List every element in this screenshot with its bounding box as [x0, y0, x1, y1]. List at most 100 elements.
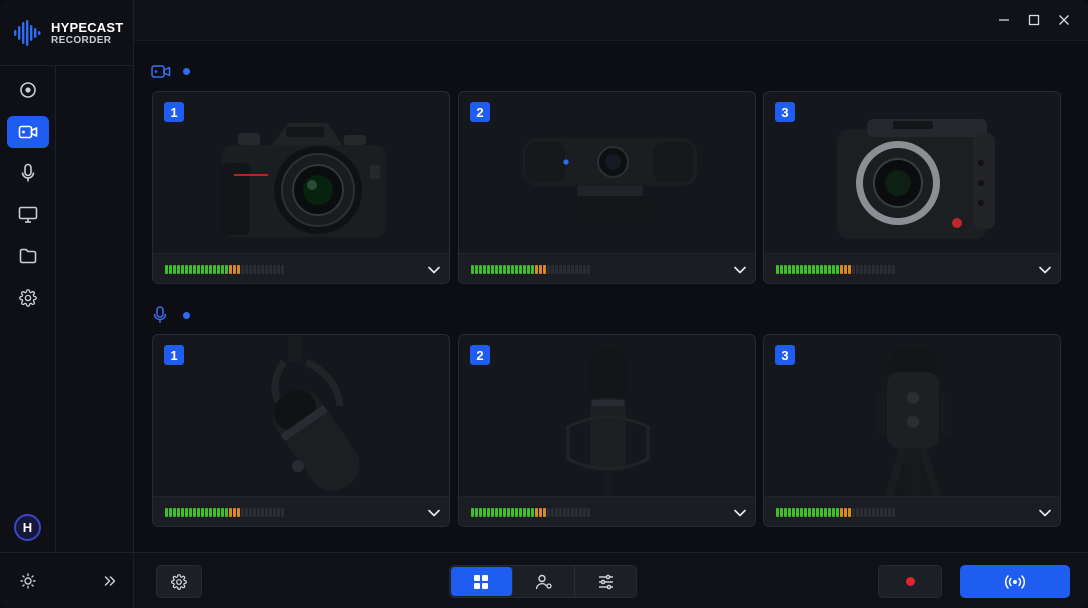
- close-button[interactable]: [1056, 12, 1072, 28]
- people-view-tab[interactable]: [514, 566, 576, 597]
- microphone-icon: [21, 163, 35, 182]
- meter-segment: [519, 265, 522, 274]
- meter-segment: [515, 508, 518, 517]
- meter-segment: [547, 265, 550, 274]
- microphone-number-badge: 3: [775, 345, 795, 365]
- meter-segment: [523, 265, 526, 274]
- meter-segment: [788, 265, 791, 274]
- camera-card-3[interactable]: 3: [763, 91, 1061, 284]
- microphone-card-2[interactable]: 2: [458, 334, 756, 527]
- brand: HYPECAST RECORDER: [0, 0, 134, 66]
- minimize-button[interactable]: [996, 12, 1012, 28]
- microphone-number-badge: 2: [470, 345, 490, 365]
- nav-files[interactable]: [7, 240, 49, 272]
- meter-segment: [527, 265, 530, 274]
- meter-segment: [543, 508, 546, 517]
- meter-segment: [241, 508, 244, 517]
- chevron-down-icon[interactable]: [427, 507, 441, 519]
- meter-segment: [888, 508, 891, 517]
- meter-segment: [872, 265, 875, 274]
- mirrorless-camera-image: [222, 123, 386, 237]
- meter-segment: [892, 265, 895, 274]
- cinema-camera-image: [837, 118, 995, 239]
- meter-segment: [555, 265, 558, 274]
- meter-segment: [483, 508, 486, 517]
- webcam-image: [523, 137, 697, 226]
- meter-segment: [579, 508, 582, 517]
- meter-segment: [884, 508, 887, 517]
- meter-segment: [519, 508, 522, 517]
- dynamic-microphone-image: [271, 335, 360, 491]
- meter-segment: [503, 265, 506, 274]
- meter-segment: [804, 508, 807, 517]
- nav-cameras[interactable]: [7, 116, 49, 148]
- meter-segment: [209, 265, 212, 274]
- maximize-button[interactable]: [1026, 12, 1042, 28]
- meter-segment: [820, 265, 823, 274]
- microphone-number-badge: 1: [164, 345, 184, 365]
- meter-segment: [543, 265, 546, 274]
- meter-segment: [880, 508, 883, 517]
- meter-segment: [281, 508, 284, 517]
- bottom-toolbar: [134, 552, 1088, 608]
- double-chevron-right-icon: [104, 576, 116, 586]
- meter-segment: [563, 508, 566, 517]
- microphone-card-3[interactable]: 3: [763, 334, 1061, 527]
- meter-segment: [249, 508, 252, 517]
- expand-sidebar-button[interactable]: [100, 571, 120, 591]
- card-footer: [153, 496, 449, 526]
- nav-settings[interactable]: [7, 282, 49, 314]
- meter-segment: [836, 265, 839, 274]
- meter-segment: [265, 265, 268, 274]
- meter-segment: [555, 508, 558, 517]
- nav-microphones[interactable]: [7, 157, 49, 189]
- meter-segment: [177, 265, 180, 274]
- mixer-view-tab[interactable]: [575, 566, 636, 597]
- record-button[interactable]: [878, 565, 942, 598]
- meter-segment: [840, 508, 843, 517]
- chevron-down-icon[interactable]: [733, 264, 747, 276]
- meter-segment: [233, 508, 236, 517]
- meter-segment: [559, 508, 562, 517]
- grid-view-tab[interactable]: [451, 567, 513, 596]
- meter-segment: [780, 508, 783, 517]
- meter-segment: [547, 508, 550, 517]
- chevron-down-icon[interactable]: [427, 264, 441, 276]
- camera-card-2[interactable]: 2: [458, 91, 756, 284]
- microphone-image: [153, 335, 449, 496]
- nav-screen[interactable]: [7, 199, 49, 231]
- meter-segment: [587, 265, 590, 274]
- theme-toggle-button[interactable]: [18, 571, 38, 591]
- meter-segment: [539, 265, 542, 274]
- user-avatar[interactable]: H: [14, 514, 41, 541]
- chevron-down-icon[interactable]: [733, 507, 747, 519]
- gear-icon: [19, 289, 37, 307]
- meter-segment: [487, 508, 490, 517]
- go-live-button[interactable]: [960, 565, 1070, 598]
- chevron-down-icon[interactable]: [1038, 264, 1052, 276]
- meter-segment: [551, 265, 554, 274]
- settings-button[interactable]: [156, 565, 202, 598]
- meter-segment: [828, 508, 831, 517]
- meter-segment: [840, 265, 843, 274]
- meter-segment: [844, 265, 847, 274]
- audio-level-meter: [165, 265, 284, 274]
- meter-segment: [507, 265, 510, 274]
- usb-microphone-image: [875, 347, 951, 496]
- meter-segment: [499, 265, 502, 274]
- meter-segment: [856, 508, 859, 517]
- nav-record[interactable]: [7, 74, 49, 106]
- card-footer: [764, 253, 1060, 283]
- meter-segment: [173, 508, 176, 517]
- meter-segment: [269, 265, 272, 274]
- camera-card-1[interactable]: 1: [152, 91, 450, 284]
- chevron-down-icon[interactable]: [1038, 507, 1052, 519]
- condenser-microphone-image: [565, 347, 651, 496]
- meter-segment: [225, 265, 228, 274]
- meter-segment: [491, 508, 494, 517]
- meter-segment: [776, 508, 779, 517]
- meter-segment: [864, 265, 867, 274]
- sidebar-footer: [0, 552, 134, 608]
- microphone-card-1[interactable]: 1: [152, 334, 450, 527]
- meter-segment: [273, 508, 276, 517]
